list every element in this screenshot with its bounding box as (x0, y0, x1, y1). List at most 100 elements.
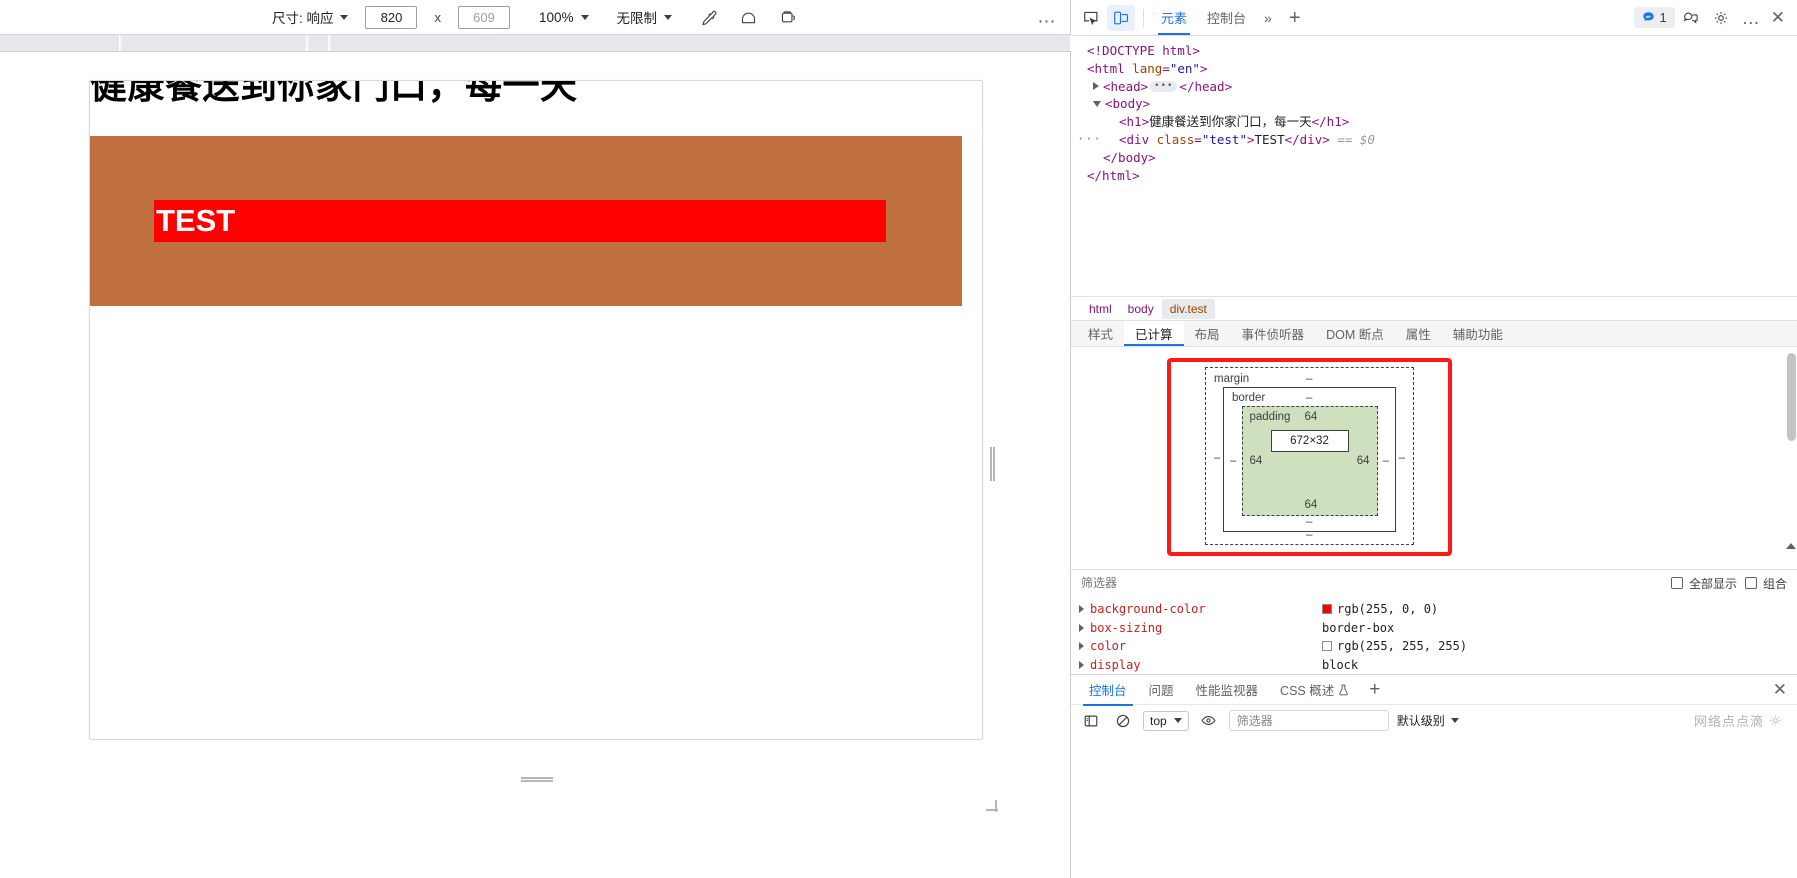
drawer-tab-issues[interactable]: 问题 (1139, 674, 1184, 705)
padding-top-value[interactable]: 64 (1305, 411, 1318, 423)
box-model-content-size[interactable]: 672×32 (1270, 430, 1349, 452)
drawer-tab-console[interactable]: 控制台 (1079, 674, 1137, 706)
dom-line-doctype[interactable]: <!DOCTYPE html> (1071, 42, 1797, 60)
property-value-text: border-box (1322, 620, 1395, 635)
property-row[interactable]: display block (1071, 656, 1797, 675)
add-tab-button[interactable]: + (1281, 8, 1309, 28)
property-row[interactable]: background-color rgb(255, 0, 0) (1071, 600, 1797, 619)
drawer-close-icon[interactable]: ✕ (1763, 680, 1797, 700)
more-tabs-icon[interactable]: » (1257, 6, 1279, 30)
console-filter-placeholder: 筛选器 (1236, 714, 1273, 728)
subtab-layout[interactable]: 布局 (1184, 321, 1231, 346)
computed-scrollbar[interactable] (1787, 353, 1796, 441)
border-top-value[interactable]: – (1306, 392, 1312, 404)
subtab-styles[interactable]: 样式 (1077, 321, 1124, 346)
device-toolbar-more-icon[interactable]: … (1037, 8, 1058, 27)
drawer-tab-performance-monitor[interactable]: 性能监视器 (1186, 674, 1269, 705)
div-class-attr: class (1156, 131, 1195, 147)
devtools-more-icon[interactable]: … (1737, 9, 1767, 27)
margin-top-value[interactable]: – (1306, 373, 1312, 385)
property-value: rgb(255, 255, 255) (1322, 639, 1467, 653)
subtab-computed[interactable]: 已计算 (1124, 321, 1184, 346)
computed-properties-list: background-color rgb(255, 0, 0) box-sizi… (1071, 596, 1797, 674)
console-filter-input[interactable]: 筛选器 (1228, 710, 1389, 731)
viewport-corner-resize-handle[interactable] (986, 800, 998, 812)
border-right-value[interactable]: – (1383, 455, 1389, 467)
message-count-badge[interactable]: 1 (1633, 7, 1675, 28)
dom-line-head[interactable]: <head> ••• </head> (1071, 78, 1797, 96)
drawer-add-tab-button[interactable]: + (1361, 680, 1388, 699)
breadcrumb-item-html[interactable]: html (1081, 299, 1120, 319)
box-model-margin[interactable]: margin – – – – border – – – – padding 64 (1205, 367, 1414, 545)
box-model-padding[interactable]: padding 64 64 64 64 672×32 (1241, 406, 1378, 516)
show-all-checkbox[interactable]: 全部显示 (1670, 575, 1737, 592)
expand-triangle-icon[interactable] (1079, 660, 1084, 669)
subtab-properties[interactable]: 属性 (1395, 321, 1442, 346)
inspect-element-icon[interactable] (1077, 5, 1105, 31)
gear-icon[interactable] (1707, 5, 1735, 31)
collapsed-children-icon[interactable]: ••• (1150, 80, 1178, 92)
dom-line-body-close[interactable]: </body> (1071, 149, 1797, 167)
dom-gutter-more-icon[interactable]: ··· (1077, 131, 1102, 149)
border-left-value[interactable]: – (1230, 455, 1236, 467)
dom-line-html-close[interactable]: </html> (1071, 167, 1797, 185)
feedback-icon[interactable] (1677, 5, 1705, 31)
padding-left-value[interactable]: 64 (1250, 455, 1263, 467)
color-swatch-icon[interactable] (1322, 641, 1332, 652)
collapse-triangle-icon[interactable] (1093, 101, 1101, 108)
viewport-width-resize-handle[interactable] (990, 447, 995, 481)
viewport-height-input[interactable] (457, 5, 510, 29)
tab-console[interactable]: 控制台 (1198, 1, 1255, 34)
computed-filter-input[interactable] (1081, 576, 1663, 590)
dom-line-h1[interactable]: <h1> 健康餐送到你家门口，每一天 </h1> (1071, 113, 1797, 131)
viewport-height-resize-handle[interactable] (521, 777, 553, 782)
console-sidebar-icon[interactable] (1079, 710, 1103, 732)
drawer-tab-css-overview[interactable]: CSS 概述 (1270, 674, 1359, 705)
clear-console-icon[interactable] (1111, 710, 1135, 732)
group-checkbox[interactable]: 组合 (1744, 575, 1787, 592)
expand-triangle-icon[interactable] (1079, 605, 1084, 614)
tab-elements[interactable]: 元素 (1152, 1, 1196, 35)
screenshot-icon[interactable] (775, 5, 801, 29)
zoom-dropdown[interactable]: 100% (536, 8, 592, 27)
breadcrumb: html body div.test (1071, 296, 1797, 320)
padding-bottom-value[interactable]: 64 (1305, 499, 1318, 511)
dom-line-div-test[interactable]: ··· <div class = "test" > TEST </div> == $0 (1071, 130, 1797, 149)
eyedropper-icon[interactable] (695, 5, 721, 29)
subtab-dom-breakpoints[interactable]: DOM 断点 (1315, 321, 1395, 346)
expand-triangle-icon[interactable] (1093, 82, 1099, 91)
expand-triangle-icon[interactable] (1079, 623, 1084, 632)
chevron-down-icon (1173, 718, 1182, 723)
dom-line-html-open[interactable]: <html lang = "en" > (1071, 60, 1797, 78)
padding-right-value[interactable]: 64 (1357, 455, 1370, 467)
device-toolbar-icon[interactable] (1107, 4, 1135, 31)
property-row[interactable]: color rgb(255, 255, 255) (1071, 637, 1797, 656)
dom-tree[interactable]: <!DOCTYPE html> <html lang = "en" > <head> •… (1071, 36, 1797, 296)
device-emulation-pane: 尺寸: 响应 x 100% 无限制 (0, 0, 1071, 878)
color-swatch-icon[interactable] (1322, 604, 1332, 615)
margin-right-value[interactable]: – (1399, 452, 1405, 464)
group-label: 组合 (1762, 576, 1787, 591)
close-icon[interactable]: ✕ (1769, 9, 1791, 26)
subtab-event-listeners[interactable]: 事件侦听器 (1231, 321, 1316, 346)
box-model-border[interactable]: border – – – – padding 64 64 64 64 672×3… (1223, 387, 1396, 532)
rotate-icon[interactable] (735, 5, 761, 29)
dom-line-body-open[interactable]: <body> (1071, 95, 1797, 113)
device-size-dropdown[interactable]: 尺寸: 响应 (269, 5, 352, 29)
border-bottom-value[interactable]: – (1306, 516, 1312, 528)
body-close-tag: </body> (1103, 149, 1156, 165)
subtab-accessibility[interactable]: 辅助功能 (1442, 321, 1514, 346)
property-row[interactable]: box-sizing border-box (1071, 619, 1797, 638)
console-context-selector[interactable]: top (1143, 710, 1189, 731)
breadcrumb-item-body[interactable]: body (1120, 299, 1162, 319)
console-log-level-selector[interactable]: 默认级别 (1397, 712, 1459, 729)
div-class-value: "test" (1201, 131, 1247, 147)
live-expression-icon[interactable] (1197, 710, 1221, 732)
breadcrumb-item-div-test[interactable]: div.test (1161, 298, 1215, 319)
scroll-up-arrow-icon[interactable] (1786, 543, 1796, 549)
viewport-width-input[interactable] (365, 5, 418, 29)
network-throttle-dropdown[interactable]: 无限制 (614, 5, 676, 29)
device-size-label: 尺寸: 响应 (271, 11, 334, 26)
expand-triangle-icon[interactable] (1079, 642, 1084, 651)
margin-left-value[interactable]: – (1214, 452, 1220, 464)
